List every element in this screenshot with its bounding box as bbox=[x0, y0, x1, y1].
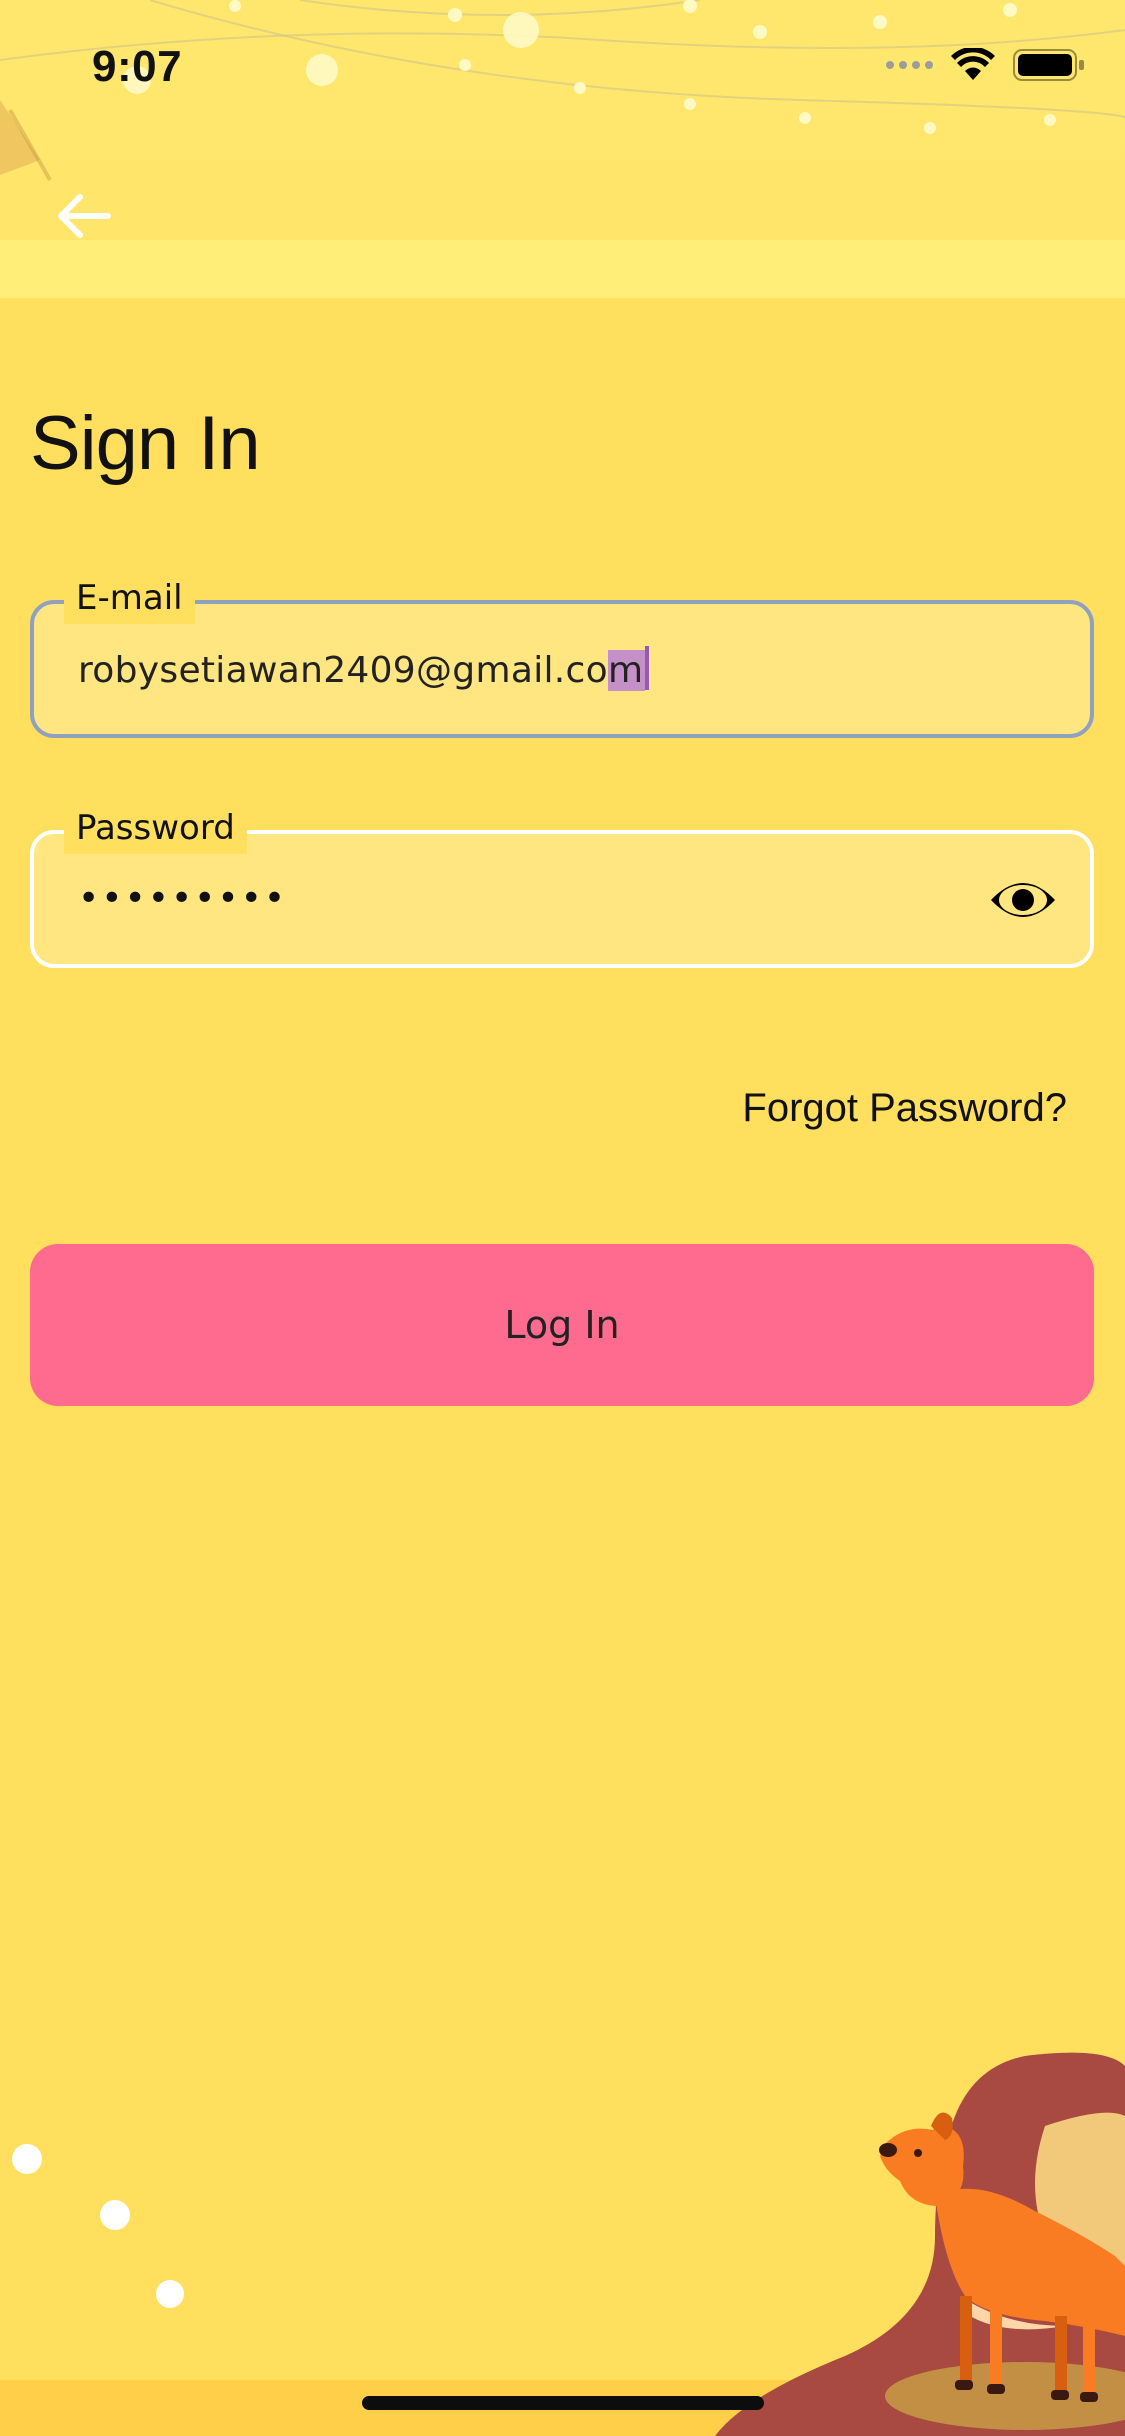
wifi-icon bbox=[951, 48, 995, 80]
forgot-password-link[interactable]: Forgot Password? bbox=[742, 1086, 1067, 1131]
email-value: robysetiawan2409@gmail.co bbox=[78, 650, 608, 691]
password-field-label: Password bbox=[64, 802, 247, 854]
decoration-dot bbox=[12, 2144, 42, 2174]
password-field[interactable]: Password ••••••••• bbox=[30, 802, 1094, 968]
home-indicator[interactable] bbox=[362, 2396, 764, 2410]
header-band bbox=[0, 240, 1125, 298]
battery-icon bbox=[1013, 49, 1084, 81]
page-title: Sign In bbox=[30, 401, 261, 486]
decoration-dot bbox=[100, 2200, 130, 2230]
toggle-password-visibility-button[interactable] bbox=[988, 870, 1058, 930]
cellular-signal-icon bbox=[886, 61, 933, 69]
eye-icon bbox=[991, 883, 1055, 917]
decoration-dot bbox=[156, 2280, 184, 2308]
login-button[interactable]: Log In bbox=[30, 1244, 1094, 1406]
status-time: 9:07 bbox=[92, 42, 183, 91]
back-button[interactable] bbox=[52, 184, 116, 248]
fox-illustration bbox=[715, 2052, 1125, 2436]
email-field-label: E-mail bbox=[64, 572, 195, 624]
header-background bbox=[0, 0, 1125, 240]
email-field[interactable]: E-mail robysetiawan2409@gmail.com bbox=[30, 572, 1094, 738]
text-caret bbox=[645, 646, 650, 690]
string-lights-decoration bbox=[0, 0, 1125, 181]
email-input[interactable]: robysetiawan2409@gmail.com bbox=[78, 646, 650, 691]
password-input[interactable]: ••••••••• bbox=[78, 878, 287, 919]
email-selected-text: m bbox=[607, 650, 646, 691]
status-icons bbox=[886, 48, 1085, 82]
arrow-left-icon bbox=[58, 194, 111, 238]
